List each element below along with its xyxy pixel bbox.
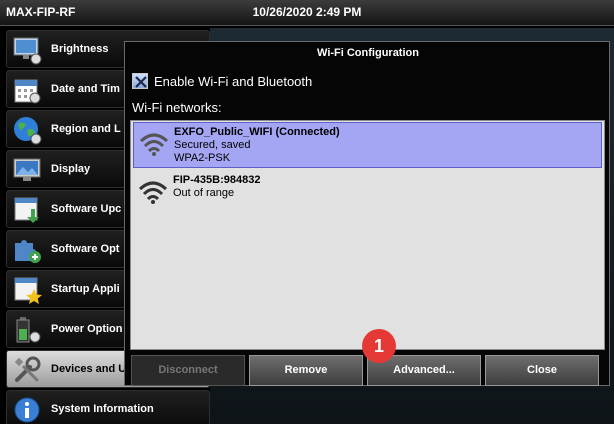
wifi-network-list[interactable]: EXFO_Public_WIFI (Connected) Secured, sa… [130,120,605,350]
info-icon [14,397,40,423]
sidebar-item-label: System Information [51,403,154,415]
wifi-signal-icon [139,133,169,156]
startup-star-icon [14,277,42,304]
wifi-signal-icon [138,181,168,204]
tools-icon [14,356,41,382]
puzzle-icon [15,240,41,263]
network-status: Secured, saved [174,139,251,151]
network-security: WPA2-PSK [174,152,231,164]
sidebar-item-label: Region and L [51,123,121,135]
close-button[interactable]: Close [485,355,599,386]
dialog-title: Wi-Fi Configuration [317,47,419,59]
check-mark-icon [135,76,147,88]
sidebar-item-label: Software Opt [51,243,120,255]
globe-icon [14,117,42,145]
sidebar-item-label: Software Upc [51,203,122,215]
network-item-exfo-public-wifi[interactable]: EXFO_Public_WIFI (Connected) Secured, sa… [133,122,602,168]
software-update-icon [14,197,39,223]
step-callout-badge: 1 [362,329,396,363]
network-name: EXFO_Public_WIFI (Connected) [174,126,340,138]
enable-wifi-checkbox[interactable] [132,73,148,89]
sidebar-item-label: Brightness [51,43,109,55]
top-bar: MAX-FIP-RF 10/26/2020 2:49 PM [0,0,614,26]
battery-icon [16,317,41,343]
brightness-monitor-icon [13,37,42,65]
enable-wifi-label: Enable Wi-Fi and Bluetooth [154,74,313,89]
display-icon [13,158,41,181]
network-name: FIP-435B:984832 [173,174,261,186]
sidebar-item-label: Power Option [51,323,123,335]
date-time: 10/26/2020 2:49 PM [252,5,362,19]
disconnect-button[interactable]: Disconnect [131,355,245,386]
remove-button[interactable]: Remove [249,355,363,386]
calendar-icon [14,79,41,104]
network-item-fip-435b[interactable]: FIP-435B:984832 Out of range [133,171,602,217]
sidebar-item-system-information[interactable]: System Information [6,390,210,424]
wifi-networks-label: Wi-Fi networks: [132,100,222,115]
network-status: Out of range [173,187,235,199]
sidebar-item-label: Date and Tim [51,83,120,95]
sidebar-item-label: Display [51,163,91,175]
sidebar-item-label: Startup Appli [51,283,120,295]
sidebar-item-label: Devices and U [51,363,127,375]
